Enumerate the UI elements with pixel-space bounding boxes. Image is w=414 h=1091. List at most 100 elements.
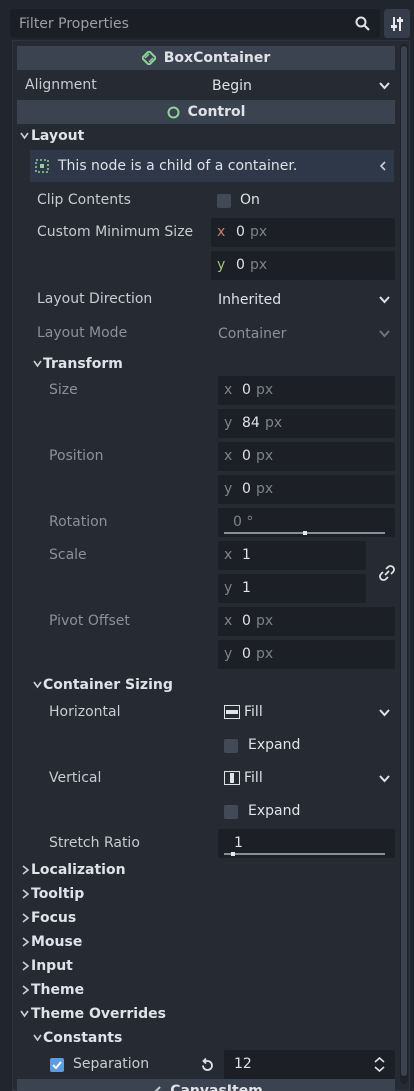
theme-overrides-section-title[interactable]: Theme Overrides <box>31 1004 166 1024</box>
horizontal-expand-label: Expand <box>248 737 301 753</box>
spinbox-arrows-icon[interactable] <box>374 1057 385 1072</box>
container-child-info: This node is a child of a container. <box>30 150 394 182</box>
alignment-label: Alignment <box>25 77 97 93</box>
horizontal-sizing-dropdown[interactable]: Fill <box>218 698 395 727</box>
unit-label: px <box>256 613 274 629</box>
position-y-value: 0 <box>242 481 251 497</box>
rotation-slider-field[interactable]: 0 ° <box>218 508 395 537</box>
layout-mode-value: Container <box>218 326 287 342</box>
y-axis-label: y <box>224 646 233 662</box>
layout-direction-dropdown[interactable]: Inherited <box>211 285 395 314</box>
container-info-icon <box>35 159 49 173</box>
horizontal-expand-checkbox[interactable]: Expand <box>218 731 395 760</box>
custom-min-size-x-field[interactable]: x 0 px <box>211 218 395 247</box>
clip-contents-check[interactable] <box>217 194 231 208</box>
stretch-ratio-value: 1 <box>234 835 243 851</box>
boxcontainer-header[interactable]: BoxContainer <box>17 46 395 70</box>
separation-override-checkbox[interactable] <box>50 1058 64 1072</box>
theme-section[interactable]: Theme <box>31 980 84 1000</box>
localization-section[interactable]: Localization <box>31 860 126 880</box>
pivot-y-field[interactable]: y 0 px <box>218 640 395 669</box>
unit-label: px <box>265 415 283 431</box>
x-axis-label: x <box>224 613 233 629</box>
chevron-right-icon <box>22 865 29 875</box>
vertical-value: Fill <box>244 770 263 786</box>
scale-y-value: 1 <box>242 580 251 596</box>
chevron-left-icon[interactable] <box>380 161 386 171</box>
vertical-sizing-dropdown[interactable]: Fill <box>218 764 395 793</box>
pivot-x-value: 0 <box>242 613 251 629</box>
size-label: Size <box>49 382 78 398</box>
chevron-down-icon <box>33 1034 42 1042</box>
stretch-ratio-slider-grabber[interactable] <box>231 852 235 856</box>
chevron-down-icon <box>379 775 390 783</box>
position-x-field[interactable]: x 0 px <box>218 442 395 471</box>
size-x-value: 0 <box>242 382 251 398</box>
stretch-ratio-label: Stretch Ratio <box>49 835 140 851</box>
canvasitem-icon <box>154 1085 161 1091</box>
input-section[interactable]: Input <box>31 956 73 976</box>
unit-label: px <box>256 646 274 662</box>
vertical-expand-checkbox[interactable]: Expand <box>218 797 395 826</box>
constants-section-title[interactable]: Constants <box>43 1028 122 1048</box>
canvasitem-header[interactable]: CanvasItem <box>17 1079 395 1091</box>
stretch-ratio-slider-track[interactable] <box>224 853 385 855</box>
separation-spinbox[interactable]: 12 <box>224 1050 395 1079</box>
layout-mode-label: Layout Mode <box>37 325 128 341</box>
y-axis-label: y <box>224 415 233 431</box>
unit-label: px <box>256 382 274 398</box>
x-axis-label: x <box>217 224 226 240</box>
search-icon <box>355 16 370 31</box>
x-axis-label: x <box>224 382 233 398</box>
size-x-field[interactable]: x 0 px <box>218 376 395 405</box>
rotation-value: 0 ° <box>233 514 254 530</box>
chevron-down-icon <box>379 330 390 338</box>
mouse-section[interactable]: Mouse <box>31 932 82 952</box>
stretch-ratio-slider-field[interactable]: 1 <box>218 829 395 858</box>
chevron-down-icon <box>20 1010 29 1018</box>
custom-min-size-y-field[interactable]: y 0 px <box>211 251 395 280</box>
rotation-slider-grabber[interactable] <box>303 531 307 535</box>
y-axis-label: y <box>224 580 233 596</box>
vertical-expand-check[interactable] <box>224 805 238 819</box>
horizontal-expand-check[interactable] <box>224 739 238 753</box>
position-y-field[interactable]: y 0 px <box>218 475 395 504</box>
chevron-down-icon <box>33 360 42 368</box>
scrollbar-thumb[interactable] <box>401 46 407 1076</box>
transform-section-title[interactable]: Transform <box>43 354 123 374</box>
chevron-right-icon <box>22 913 29 923</box>
separation-label: Separation <box>73 1056 150 1072</box>
scale-x-field[interactable]: x 1 <box>218 541 366 570</box>
container-sizing-section-title[interactable]: Container Sizing <box>43 675 173 695</box>
focus-section[interactable]: Focus <box>31 908 76 928</box>
scale-y-field[interactable]: y 1 <box>218 574 366 603</box>
clip-contents-checkbox[interactable]: On <box>211 186 395 215</box>
size-y-field[interactable]: y 84 px <box>218 409 395 438</box>
horizontal-label: Horizontal <box>49 704 121 720</box>
custom-min-y-value: 0 <box>236 257 245 273</box>
chevron-down-icon <box>33 681 42 689</box>
filter-properties-field[interactable] <box>10 9 380 38</box>
rotation-label: Rotation <box>49 514 108 530</box>
unit-label: px <box>256 448 274 464</box>
property-tools-button[interactable] <box>384 9 410 38</box>
chevron-down-icon <box>379 709 390 717</box>
x-axis-label: x <box>224 547 233 563</box>
alignment-dropdown[interactable]: Begin <box>205 72 395 100</box>
y-axis-label: y <box>217 257 226 273</box>
link-icon[interactable] <box>379 565 395 581</box>
unit-label: px <box>250 257 268 273</box>
vertical-expand-label: Expand <box>248 803 301 819</box>
canvasitem-title: CanvasItem <box>170 1083 263 1091</box>
layout-section-title[interactable]: Layout <box>31 126 84 146</box>
revert-icon[interactable] <box>200 1058 215 1073</box>
tools-icon <box>391 17 403 31</box>
tooltip-section[interactable]: Tooltip <box>31 884 84 904</box>
unit-label: px <box>250 224 268 240</box>
pivot-x-field[interactable]: x 0 px <box>218 607 395 636</box>
control-header[interactable]: Control <box>17 100 395 124</box>
pivot-y-value: 0 <box>242 646 251 662</box>
chevron-right-icon <box>22 937 29 947</box>
vertical-label: Vertical <box>49 770 102 786</box>
filter-properties-input[interactable] <box>10 9 350 38</box>
